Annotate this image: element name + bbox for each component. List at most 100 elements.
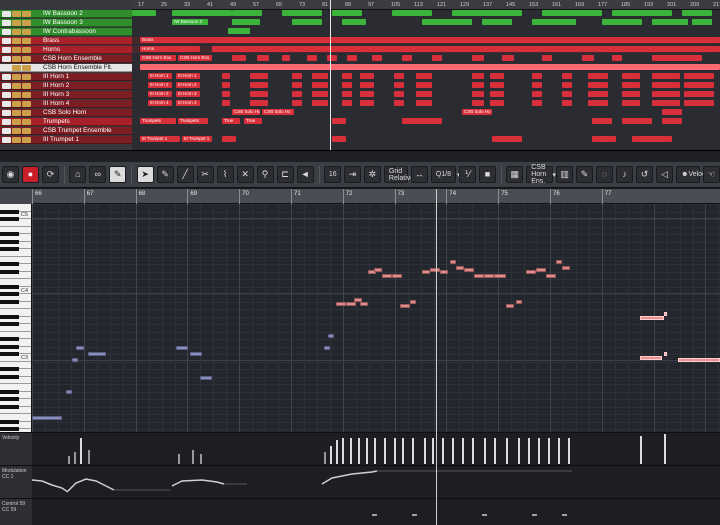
arrange-event[interactable] <box>250 100 268 106</box>
arrange-event[interactable] <box>472 91 484 97</box>
velocity-bar[interactable] <box>358 438 360 464</box>
track-mute-button[interactable] <box>2 37 11 44</box>
velocity-bar[interactable] <box>374 438 376 464</box>
arrange-event[interactable] <box>472 82 484 88</box>
arrange-event[interactable] <box>492 136 522 142</box>
arrange-event[interactable] <box>542 10 602 16</box>
track-read-button[interactable] <box>22 136 31 143</box>
arrange-event[interactable]: III Horn 2 <box>148 82 172 88</box>
piano-black-key[interactable] <box>0 344 19 349</box>
arrange-event[interactable] <box>402 55 412 61</box>
arrange-event[interactable] <box>416 91 432 97</box>
track-name[interactable]: III Trumpet 1 <box>40 136 79 143</box>
track-row[interactable]: CSB Horn Ensemble <box>0 55 132 63</box>
arrange-event[interactable] <box>562 73 572 79</box>
arrange-event[interactable] <box>588 73 608 79</box>
arrange-event[interactable] <box>312 82 328 88</box>
arrange-event[interactable] <box>682 10 712 16</box>
piano-black-key[interactable] <box>0 314 19 319</box>
track-name[interactable]: IW Contrabassoon <box>40 28 96 35</box>
track-solo-button[interactable] <box>12 100 21 107</box>
track-name[interactable]: III Horn 1 <box>40 73 69 80</box>
draw-tool[interactable]: ✎ <box>156 166 174 183</box>
velocity-bar[interactable] <box>336 440 338 464</box>
arrange-event-area[interactable]: IW Bassoon 3 Brass Horns CSB Horn Ens CSB Ho… <box>132 10 720 150</box>
piano-black-key[interactable] <box>0 427 19 431</box>
midi-note[interactable] <box>336 302 346 306</box>
arrange-event[interactable] <box>632 136 672 142</box>
arrange-event[interactable] <box>360 82 374 88</box>
glue-tool[interactable]: ⌇ <box>216 166 234 183</box>
arrange-event[interactable] <box>292 73 302 79</box>
arrange-ruler[interactable]: 17 25 33 41 49 57 65 73 81 89 97 105 113 121 129 137 145… <box>132 0 720 10</box>
piano-black-key[interactable] <box>0 374 19 379</box>
velocity-bar[interactable] <box>452 438 454 464</box>
record-button[interactable]: ● <box>22 166 39 183</box>
track-name[interactable]: CSB Trumpet Ensemble <box>40 127 112 134</box>
track-name[interactable]: CSB Horn Ensemble <box>40 55 102 62</box>
velocity-bar[interactable] <box>640 436 642 464</box>
arrange-event[interactable] <box>392 10 432 16</box>
edit-solo-button[interactable]: ✎ <box>109 166 127 183</box>
track-solo-button[interactable] <box>12 118 21 125</box>
arrange-event[interactable]: CSB Horn Ens <box>140 55 176 61</box>
object-selection-tool[interactable]: ➤ <box>136 166 154 183</box>
midi-note[interactable] <box>464 268 474 272</box>
arrange-event[interactable]: CSB Horn Ens <box>178 55 212 61</box>
zone-divider[interactable] <box>0 150 720 162</box>
arrange-event[interactable] <box>332 10 362 16</box>
track-mute-button[interactable] <box>2 46 11 53</box>
piano-black-key[interactable] <box>0 292 19 296</box>
arrange-event[interactable] <box>612 10 672 16</box>
insert-velocity-button[interactable]: ◌ <box>596 166 614 183</box>
arrange-event[interactable] <box>502 55 514 61</box>
arrange-event[interactable] <box>612 55 622 61</box>
arrange-event[interactable]: III Horn 2 <box>176 82 200 88</box>
arrange-event[interactable] <box>472 55 484 61</box>
velocity-bar[interactable] <box>342 438 344 464</box>
piano-black-key[interactable] <box>0 419 19 424</box>
project-cursor[interactable] <box>436 189 437 525</box>
arrange-event[interactable] <box>312 91 328 97</box>
arrange-event[interactable]: Trumpets <box>178 118 208 124</box>
velocity-bar[interactable] <box>424 438 426 464</box>
midi-note[interactable] <box>640 356 662 360</box>
velocity-bar[interactable] <box>494 438 496 464</box>
setup-window-layout-button[interactable]: ☜ <box>703 166 720 183</box>
midi-note[interactable] <box>346 302 356 306</box>
midi-note[interactable] <box>526 270 536 274</box>
audition-tool[interactable]: ◄ <box>296 166 314 183</box>
arrange-event[interactable]: III Horn 1 <box>148 73 172 79</box>
track-read-button[interactable] <box>22 64 31 71</box>
track-read-button[interactable] <box>22 91 31 98</box>
track-row[interactable]: CSB Trumpet Ensemble <box>0 127 132 135</box>
arrange-event[interactable] <box>342 100 352 106</box>
midi-note[interactable] <box>32 416 62 420</box>
velocity-bar[interactable] <box>366 438 368 464</box>
cc-lane[interactable] <box>32 498 720 525</box>
arrange-event[interactable]: CSB Solo Ho <box>262 109 294 115</box>
piano-black-key[interactable] <box>0 284 19 289</box>
arrange-event[interactable] <box>622 118 652 124</box>
arrange-event[interactable] <box>542 55 552 61</box>
arrange-event[interactable] <box>372 55 382 61</box>
arrange-event[interactable] <box>592 118 612 124</box>
arrange-event[interactable]: III Horn 4 <box>176 100 200 106</box>
piano-black-key[interactable] <box>0 389 19 394</box>
velocity-bar[interactable] <box>462 438 464 464</box>
arrange-event[interactable] <box>422 19 472 25</box>
piano-black-key[interactable] <box>0 352 19 356</box>
arrange-event[interactable] <box>652 73 680 79</box>
arrange-event[interactable] <box>588 91 608 97</box>
snap-to-zero-button[interactable]: ↔ <box>410 166 428 183</box>
velocity-bar[interactable] <box>178 454 180 464</box>
arrange-event[interactable]: III Horn 4 <box>148 100 172 106</box>
arrange-event[interactable] <box>452 10 522 16</box>
piano-black-key[interactable] <box>0 269 19 274</box>
track-mute-button[interactable] <box>2 136 11 143</box>
arrange-event[interactable] <box>232 55 246 61</box>
modulation-lane[interactable] <box>32 465 720 498</box>
midi-note[interactable] <box>382 274 392 278</box>
piano-keyboard[interactable]: C5 C4 C3 <box>0 204 32 432</box>
arrange-event[interactable] <box>222 73 230 79</box>
